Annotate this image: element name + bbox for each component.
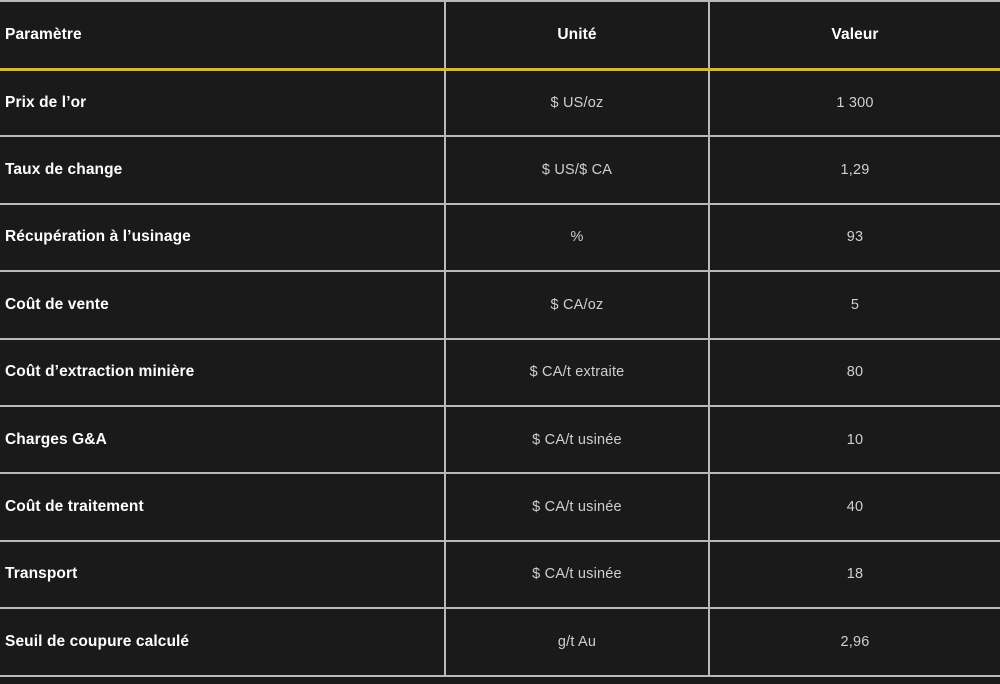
cell-unite: $ CA/oz [444, 271, 709, 340]
cell-valeur: 93 [708, 203, 1000, 273]
table-row: Récupération à l’usinage% 93 [0, 203, 1000, 273]
table-row: Prix de l’or $ US/oz 1 300 [0, 69, 1000, 138]
cell-valeur: 2,96 [708, 608, 1000, 677]
cell-valeur: 80 [708, 338, 1000, 407]
cell-unite: $ CA/t usinée [444, 405, 709, 475]
cell-valeur: 5 [708, 271, 1000, 340]
table-row: Transport $ CA/t usinée 18 [0, 540, 1000, 610]
column-header-unite: Unité [444, 0, 709, 71]
cell-parametre: Récupération à l’usinage [0, 203, 445, 273]
cell-parametre: Seuil de coupure calculé [0, 608, 445, 677]
table-row: Coût de vente $ CA/oz 5 [0, 271, 1000, 340]
cell-unite: $ CA/t usinée [444, 473, 709, 542]
cell-unite: g/t Au [444, 608, 709, 677]
cell-unite: $ US/oz [444, 69, 709, 138]
table-body: Prix de l’or $ US/oz 1 300 Taux de change $ … [0, 69, 1000, 677]
cell-valeur: 1,29 [708, 136, 1000, 205]
cell-unite: $ CA/t usinée [444, 540, 709, 610]
table-header-row: Paramètre Unité Valeur [0, 0, 1000, 71]
table-row: Coût de traitement $ CA/t usinée 40 [0, 473, 1000, 542]
cell-valeur: 40 [708, 473, 1000, 542]
table-row: Charges G&A $ CA/t usinée 10 [0, 405, 1000, 475]
cell-unite: $ US/$ CA [444, 136, 709, 205]
cell-parametre: Taux de change [0, 136, 445, 205]
table-row: Taux de change $ US/$ CA 1,29 [0, 136, 1000, 205]
cell-unite: $ CA/t extraite [444, 338, 709, 407]
cell-parametre: Charges G&A [0, 405, 445, 475]
parameters-table-container: Paramètre Unité Valeur Prix de l’or $ US/… [0, 0, 1000, 684]
cell-valeur: 1 300 [708, 69, 1000, 138]
cell-parametre: Coût d’extraction minière [0, 338, 445, 407]
cell-unite: % [444, 203, 709, 273]
cell-parametre: Transport [0, 540, 445, 610]
cell-parametre: Prix de l’or [0, 69, 445, 138]
table-row: Coût d’extraction minière $ CA/t extraite… [0, 338, 1000, 407]
column-header-parametre: Paramètre [0, 0, 445, 71]
cell-parametre: Coût de vente [0, 271, 445, 340]
cell-parametre: Coût de traitement [0, 473, 445, 542]
cell-valeur: 10 [708, 405, 1000, 475]
column-header-valeur: Valeur [708, 0, 1000, 71]
table-row: Seuil de coupure calculé g/t Au 2,96 [0, 608, 1000, 677]
parameters-table: Paramètre Unité Valeur Prix de l’or $ US/… [0, 0, 1000, 677]
table-header: Paramètre Unité Valeur [0, 0, 1000, 71]
cell-valeur: 18 [708, 540, 1000, 610]
